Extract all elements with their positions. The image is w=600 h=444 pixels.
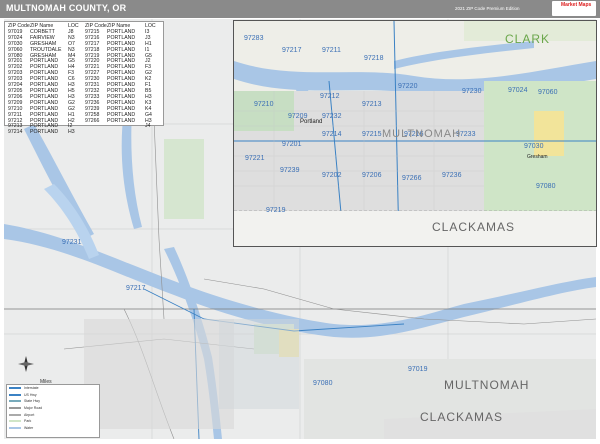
zip-table-row: J4	[85, 124, 155, 130]
map-title: MULTNOMAH COUNTY, OR	[6, 3, 127, 13]
inset-label: 97230	[462, 88, 482, 95]
legend-swatch	[9, 420, 21, 423]
zip-cell	[107, 124, 141, 130]
inset-county-label: MULTNOMAH	[382, 128, 462, 140]
legend-row: Airport	[7, 411, 99, 418]
inset-label: 97220	[398, 83, 418, 90]
inset-label: 97060	[538, 89, 558, 96]
zip-cell: PORTLAND	[30, 129, 59, 136]
inset-label: 97221	[245, 155, 265, 162]
main-label: 97217	[126, 285, 146, 292]
legend-label: Major Road	[24, 406, 43, 411]
inset-label: 97202	[322, 172, 342, 179]
inset-label: 97030	[524, 143, 544, 150]
inset-label: 97236	[442, 172, 462, 179]
inset-label: 97206	[362, 172, 382, 179]
inset-label: 97080	[536, 183, 556, 190]
legend-row: US Hwy	[7, 392, 99, 399]
inset-label: 97232	[322, 113, 342, 120]
main-label: 97231	[62, 239, 82, 246]
title-bar: MULTNOMAH COUNTY, OR 2021 ZIP Code Premi…	[0, 0, 600, 18]
inset-label: 97283	[244, 35, 264, 42]
county-label: CLACKAMAS	[420, 410, 504, 424]
inset-city-label: Portland	[300, 119, 323, 125]
inset-label: 97218	[364, 55, 384, 62]
inset-label: 97210	[254, 101, 274, 108]
inset-label: 97219	[266, 207, 286, 214]
legend-label: Interstate	[24, 386, 39, 391]
zip-table-row: 97214 PORTLAND H3	[8, 129, 78, 136]
inset-label: 97215	[362, 131, 382, 138]
legend-label: US Hwy	[24, 392, 37, 397]
main-label: 97019	[408, 366, 428, 373]
logo-text: Market Maps	[561, 2, 592, 8]
legend-swatch	[9, 393, 21, 396]
edition-label: 2021 ZIP Code Premium Edition	[455, 6, 520, 11]
zip-cell: H3	[68, 129, 75, 136]
inset-county-label: CLARK	[505, 32, 551, 46]
legend-swatch	[9, 426, 21, 429]
legend-swatch	[9, 413, 21, 416]
main-label: 97080	[313, 380, 333, 387]
legend-row: Major Road	[7, 405, 99, 412]
inset-county-label: CLACKAMAS	[432, 220, 516, 234]
inset-label: 97266	[402, 175, 422, 182]
inset-label: 97212	[320, 93, 340, 100]
inset-label: 97214	[322, 131, 342, 138]
inset-label: 97239	[280, 167, 300, 174]
legend-label: State Hwy	[24, 399, 40, 404]
inset-label: 97024	[508, 87, 528, 94]
legend-label: Park	[24, 419, 32, 424]
legend-label: Water	[24, 425, 34, 430]
legend-swatch	[9, 400, 21, 403]
county-label: MULTNOMAH	[444, 378, 530, 392]
legend-row: Water	[7, 425, 99, 432]
zip-table-right: ZIP Code ZIP Name LOC 97215 PORTLAND I3 97216 P…	[85, 23, 156, 130]
legend-row: Interstate	[7, 385, 99, 392]
inset-city-label: Gresham	[527, 154, 548, 160]
legend-row: Park	[7, 418, 99, 425]
inset-label: 97211	[322, 47, 341, 54]
zip-cell: 97214	[8, 129, 23, 136]
inset-label: 97217	[282, 47, 302, 54]
legend-row: State Hwy	[7, 398, 99, 405]
legend-label: Airport	[24, 412, 35, 417]
zip-cell: J4	[145, 123, 151, 130]
zip-cell	[85, 124, 103, 130]
inset-label: 97213	[362, 101, 382, 108]
scale-label: Miles	[40, 379, 52, 385]
inset-label: 97201	[282, 141, 302, 148]
legend-swatch	[9, 387, 21, 390]
legend-swatch	[9, 407, 21, 410]
zip-code-table: ZIP Code ZIP Name LOC 97019 CORBETT J8 97024 FA…	[4, 21, 164, 135]
publisher-logo: Market Maps	[552, 1, 596, 16]
zip-table-left: ZIP Code ZIP Name LOC 97019 CORBETT J8 97024 FA…	[8, 23, 79, 136]
map-legend: Interstate US Hwy State Hwy Major Road Airpo…	[6, 384, 100, 438]
